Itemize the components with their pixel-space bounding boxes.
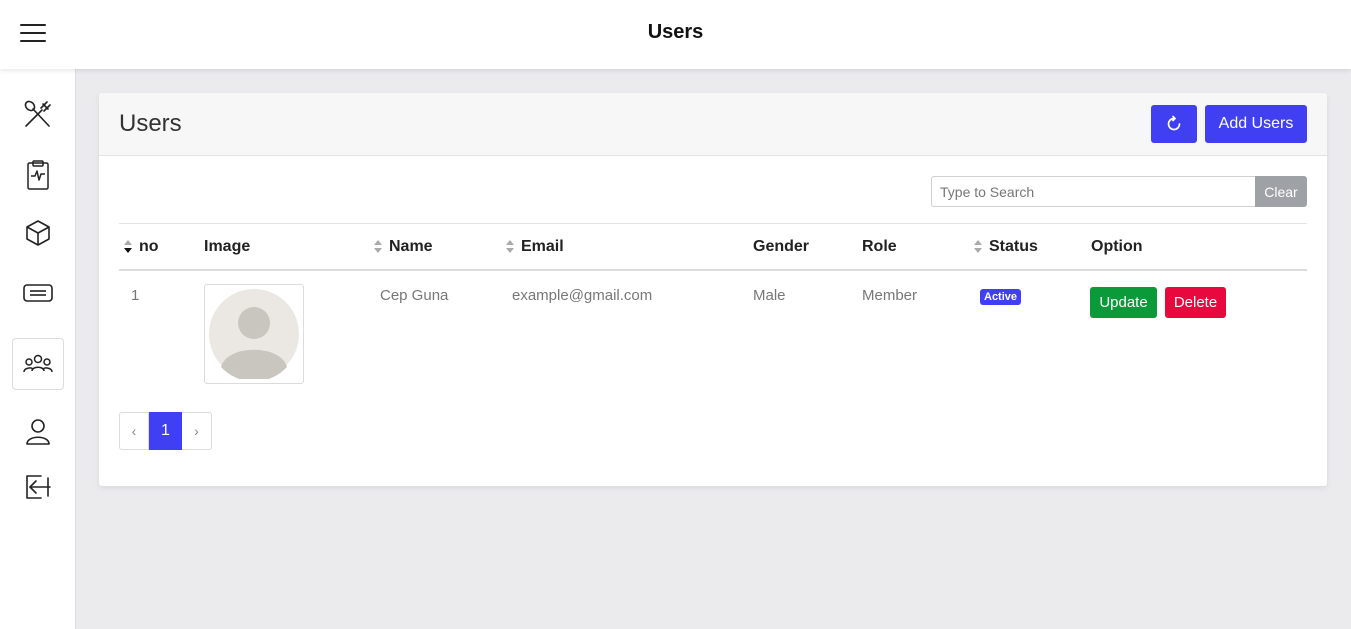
sort-icon — [506, 240, 515, 254]
column-header-status[interactable]: Status — [974, 238, 1038, 256]
clipboard-icon — [27, 160, 49, 190]
pagination: ‹ 1 › — [119, 412, 212, 450]
column-header-email[interactable]: Email — [506, 238, 564, 256]
sort-icon — [124, 240, 133, 254]
logout-icon — [26, 475, 51, 499]
sidebar-item-payments[interactable] — [12, 267, 64, 319]
page-1-button[interactable]: 1 — [149, 412, 182, 450]
sidebar-item-food[interactable] — [12, 89, 64, 141]
search-bar: Clear — [931, 176, 1307, 207]
card-header: Users Add Users — [99, 93, 1327, 156]
user-icon — [26, 419, 50, 445]
cube-icon — [26, 220, 50, 246]
page-title: Users — [647, 21, 704, 43]
column-header-role: Role — [862, 238, 897, 255]
users-table: no Image Name Email Gender Role Status O… — [119, 223, 1307, 401]
sidebar-item-reports[interactable] — [12, 149, 64, 201]
card-icon — [23, 284, 53, 302]
add-users-button[interactable]: Add Users — [1205, 105, 1307, 143]
sort-icon — [974, 240, 983, 254]
column-header-no[interactable]: no — [124, 238, 159, 256]
status-badge: Active — [980, 289, 1022, 305]
column-header-gender: Gender — [753, 238, 810, 255]
prev-page-button[interactable]: ‹ — [119, 412, 149, 450]
column-header-option: Option — [1091, 238, 1143, 255]
update-button[interactable]: Update — [1090, 287, 1157, 318]
refresh-button[interactable] — [1151, 105, 1197, 143]
utensils-icon — [24, 100, 51, 127]
sidebar — [0, 69, 76, 629]
search-input[interactable] — [931, 176, 1255, 207]
table-row: 1 Cep Guna example@gmail.com Male Member… — [119, 271, 1307, 401]
cell-role: Member — [862, 287, 918, 304]
sidebar-item-products[interactable] — [12, 207, 64, 259]
column-header-image: Image — [204, 238, 251, 255]
sidebar-item-users[interactable] — [12, 338, 64, 390]
avatar-placeholder-icon — [209, 289, 299, 379]
users-icon — [23, 354, 53, 373]
sidebar-item-profile[interactable] — [12, 406, 64, 458]
delete-button[interactable]: Delete — [1165, 287, 1226, 318]
refresh-icon — [1167, 115, 1181, 131]
cell-name: Cep Guna — [380, 287, 449, 304]
cell-gender: Male — [753, 287, 786, 304]
sort-icon — [374, 240, 383, 254]
card-title: Users — [119, 110, 182, 137]
avatar — [204, 284, 304, 384]
next-page-button[interactable]: › — [182, 412, 212, 450]
table-header: no Image Name Email Gender Role Status O… — [119, 223, 1307, 271]
users-card: Users Add Users Clear no Image Name — [99, 93, 1327, 486]
column-header-name[interactable]: Name — [374, 238, 433, 256]
clear-button[interactable]: Clear — [1255, 176, 1307, 207]
sidebar-item-logout[interactable] — [12, 461, 64, 513]
top-bar: Users — [0, 0, 1351, 69]
cell-no: 1 — [131, 287, 140, 304]
cell-email: example@gmail.com — [512, 287, 653, 304]
